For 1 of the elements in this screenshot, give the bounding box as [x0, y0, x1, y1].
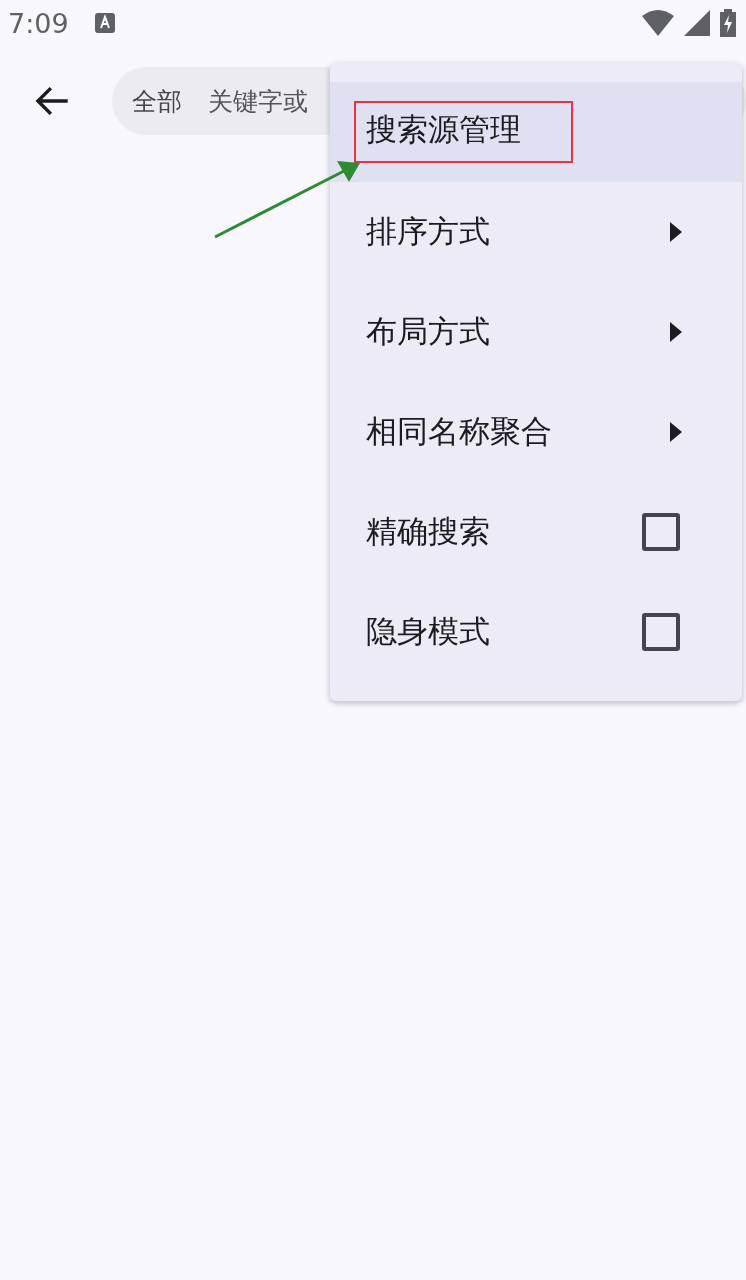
clock: 7:09: [8, 7, 69, 39]
